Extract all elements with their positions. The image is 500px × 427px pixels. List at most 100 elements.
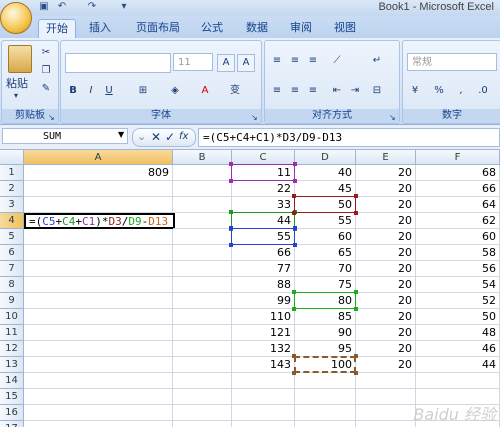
- cell-b5[interactable]: [173, 229, 232, 245]
- row-header[interactable]: 9: [0, 293, 24, 309]
- cell-e13[interactable]: 20: [356, 357, 416, 373]
- cell-c9[interactable]: 99: [232, 293, 295, 309]
- insert-function-icon[interactable]: fx: [179, 129, 188, 145]
- cell-d5[interactable]: 60: [295, 229, 356, 245]
- row-header[interactable]: 7: [0, 261, 24, 277]
- column-header-e[interactable]: E: [356, 150, 416, 165]
- merge-center-icon[interactable]: ⊟: [369, 83, 385, 99]
- name-box-dropdown-icon[interactable]: ▼: [118, 130, 124, 139]
- increase-decimal-icon[interactable]: .0: [475, 83, 491, 99]
- row-header[interactable]: 5: [0, 229, 24, 245]
- resize-handle[interactable]: [354, 211, 358, 215]
- tab-home[interactable]: 开始: [38, 19, 76, 38]
- bold-icon[interactable]: B: [65, 83, 81, 99]
- cell-e15[interactable]: [356, 389, 416, 405]
- cell-b11[interactable]: [173, 325, 232, 341]
- cell-f6[interactable]: 58: [416, 245, 500, 261]
- resize-handle[interactable]: [354, 371, 358, 375]
- resize-handle[interactable]: [354, 290, 358, 294]
- paste-label[interactable]: 粘贴: [6, 75, 28, 91]
- cell-f10[interactable]: 50: [416, 309, 500, 325]
- cell-f7[interactable]: 56: [416, 261, 500, 277]
- resize-handle[interactable]: [292, 371, 296, 375]
- row-header[interactable]: 1: [0, 165, 24, 181]
- cell-b17[interactable]: [173, 421, 232, 427]
- enter-icon[interactable]: ✓: [165, 129, 175, 145]
- increase-indent-icon[interactable]: ⇥: [347, 83, 363, 99]
- name-box[interactable]: SUM: [2, 128, 128, 144]
- cell-b12[interactable]: [173, 341, 232, 357]
- cell-d1[interactable]: 40: [295, 165, 356, 181]
- cell-a13[interactable]: [24, 357, 173, 373]
- top-align-icon[interactable]: ≡: [269, 53, 285, 69]
- cell-d7[interactable]: 70: [295, 261, 356, 277]
- align-center-icon[interactable]: ≡: [287, 83, 303, 99]
- resize-handle[interactable]: [229, 243, 233, 247]
- row-header[interactable]: 13: [0, 357, 24, 373]
- cell-a12[interactable]: [24, 341, 173, 357]
- cut-icon[interactable]: ✂: [38, 45, 54, 61]
- cell-b13[interactable]: [173, 357, 232, 373]
- dialog-launcher-icon[interactable]: ↘: [251, 114, 259, 122]
- cell-a1[interactable]: 809: [24, 165, 173, 181]
- dialog-launcher-icon[interactable]: ↘: [389, 114, 397, 122]
- resize-handle[interactable]: [354, 354, 358, 358]
- resize-handle[interactable]: [293, 243, 297, 247]
- resize-handle[interactable]: [292, 307, 296, 311]
- cell-e9[interactable]: 20: [356, 293, 416, 309]
- row-header[interactable]: 3: [0, 197, 24, 213]
- cell-a2[interactable]: [24, 181, 173, 197]
- cell-a8[interactable]: [24, 277, 173, 293]
- cell-b8[interactable]: [173, 277, 232, 293]
- resize-handle[interactable]: [292, 290, 296, 294]
- cell-f4[interactable]: 62: [416, 213, 500, 229]
- cell-e14[interactable]: [356, 373, 416, 389]
- paste-dropdown-icon[interactable]: ▾: [14, 91, 18, 100]
- row-header[interactable]: 2: [0, 181, 24, 197]
- tab-data[interactable]: 数据: [240, 19, 274, 37]
- grow-font-icon[interactable]: A: [217, 54, 235, 72]
- font-name-field[interactable]: [65, 53, 171, 73]
- cell-d6[interactable]: 65: [295, 245, 356, 261]
- font-color-icon[interactable]: A: [197, 83, 213, 99]
- cell-c8[interactable]: 88: [232, 277, 295, 293]
- comma-style-icon[interactable]: ,: [453, 83, 469, 99]
- paste-icon[interactable]: [8, 45, 32, 73]
- resize-handle[interactable]: [293, 226, 297, 230]
- cell-b1[interactable]: [173, 165, 232, 181]
- column-header-f[interactable]: F: [416, 150, 500, 165]
- cell-c14[interactable]: [232, 373, 295, 389]
- cell-a7[interactable]: [24, 261, 173, 277]
- tab-insert[interactable]: 插入: [82, 19, 118, 37]
- wrap-text-icon[interactable]: ↵: [369, 53, 385, 69]
- cell-b9[interactable]: [173, 293, 232, 309]
- cell-d2[interactable]: 45: [295, 181, 356, 197]
- cell-e1[interactable]: 20: [356, 165, 416, 181]
- cell-f3[interactable]: 64: [416, 197, 500, 213]
- resize-handle[interactable]: [229, 162, 233, 166]
- column-header-b[interactable]: B: [173, 150, 232, 165]
- cell-a14[interactable]: [24, 373, 173, 389]
- row-header[interactable]: 16: [0, 405, 24, 421]
- format-painter-icon[interactable]: ✎: [38, 81, 54, 97]
- cell-b16[interactable]: [173, 405, 232, 421]
- dialog-launcher-icon[interactable]: ↘: [48, 114, 56, 122]
- customize-qat-icon[interactable]: ▾: [118, 1, 130, 13]
- cell-b2[interactable]: [173, 181, 232, 197]
- phonetic-icon[interactable]: 变: [227, 83, 243, 99]
- cell-e3[interactable]: 20: [356, 197, 416, 213]
- currency-icon[interactable]: ¥: [407, 83, 423, 99]
- resize-handle[interactable]: [292, 354, 296, 358]
- resize-handle[interactable]: [354, 194, 358, 198]
- resize-handle[interactable]: [229, 179, 233, 183]
- cell-b7[interactable]: [173, 261, 232, 277]
- cell-e17[interactable]: [356, 421, 416, 427]
- cell-b6[interactable]: [173, 245, 232, 261]
- italic-icon[interactable]: I: [83, 83, 99, 99]
- font-size-field[interactable]: 11: [173, 53, 213, 71]
- row-header[interactable]: 6: [0, 245, 24, 261]
- cell-e5[interactable]: 20: [356, 229, 416, 245]
- underline-icon[interactable]: U: [101, 83, 117, 99]
- row-header[interactable]: 8: [0, 277, 24, 293]
- cell-a17[interactable]: [24, 421, 173, 427]
